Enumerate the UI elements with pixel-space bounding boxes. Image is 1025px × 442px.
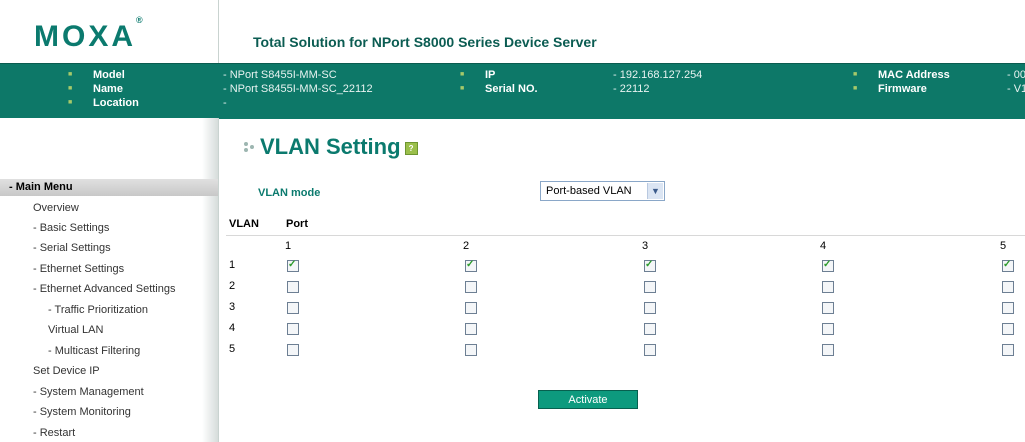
vlan3-port4-checkbox[interactable] [822, 302, 834, 314]
firmware-label: Firmware [853, 83, 927, 95]
vlan-mode-label: VLAN mode [258, 187, 321, 199]
vlan-row-number-1: 1 [229, 259, 236, 271]
menu-item-basic-settings[interactable]: - Basic Settings [33, 222, 109, 234]
location-value: - [223, 97, 227, 109]
vlan5-port4-checkbox[interactable] [822, 344, 834, 356]
port-number-3: 3 [642, 240, 649, 252]
menu-item-serial-settings[interactable]: - Serial Settings [33, 242, 111, 254]
menu-item-virtual-lan[interactable]: Virtual LAN [48, 324, 103, 336]
vlan4-port3-checkbox[interactable] [644, 323, 656, 335]
menu-item-set-device-ip[interactable]: Set Device IP [33, 365, 100, 377]
vlan-mode-value: Port-based VLAN [546, 185, 632, 197]
menu-item-traffic-prioritization[interactable]: - Traffic Prioritization [48, 304, 148, 316]
vlan5-port2-checkbox[interactable] [465, 344, 477, 356]
moxa-logo: MOXA® [34, 15, 143, 53]
serial-value: - 22112 [613, 83, 650, 95]
menu-item-restart[interactable]: - Restart [33, 427, 75, 439]
menu-item-system-management[interactable]: - System Management [33, 386, 144, 398]
vlan3-port5-checkbox[interactable] [1002, 302, 1014, 314]
port-number-4: 4 [820, 240, 827, 252]
page-title-text: VLAN Setting [260, 134, 401, 159]
port-number-1: 1 [285, 240, 292, 252]
sidebar: - Main Menu Overview - Basic Settings - … [0, 118, 219, 442]
vlan5-port3-checkbox[interactable] [644, 344, 656, 356]
vlan1-port4-checkbox[interactable] [822, 259, 834, 272]
main-menu-header[interactable]: - Main Menu [0, 179, 218, 196]
vlan-row-number-5: 5 [229, 343, 236, 355]
device-info-bar: Model - NPort S8455I-MM-SC Name - NPort … [0, 63, 1025, 119]
activate-button[interactable]: Activate [538, 390, 638, 409]
logo-cell: MOXA® [0, 0, 219, 63]
mac-label: MAC Address [853, 69, 950, 81]
firmware-value: - V1 [1007, 83, 1025, 95]
vlan1-port3-checkbox[interactable] [644, 259, 656, 272]
vlan3-port1-checkbox[interactable] [287, 302, 299, 314]
vlan-mode-select[interactable]: Port-based VLAN ▼ [540, 181, 665, 201]
menu-item-multicast-filtering[interactable]: - Multicast Filtering [48, 345, 140, 357]
menu-item-ethernet-advanced[interactable]: - Ethernet Advanced Settings [33, 283, 175, 295]
port-number-5: 5 [1000, 240, 1007, 252]
name-label: Name [68, 83, 123, 95]
vlan5-port1-checkbox[interactable] [287, 344, 299, 356]
vlan2-port5-checkbox[interactable] [1002, 281, 1014, 293]
vlan3-port3-checkbox[interactable] [644, 302, 656, 314]
port-number-2: 2 [463, 240, 470, 252]
port-column-header: Port [286, 218, 308, 230]
vlan2-port1-checkbox[interactable] [287, 281, 299, 293]
serial-label: Serial NO. [460, 83, 537, 95]
vlan4-port5-checkbox[interactable] [1002, 323, 1014, 335]
vlan4-port2-checkbox[interactable] [465, 323, 477, 335]
model-label: Model [68, 69, 125, 81]
banner-title: Total Solution for NPort S8000 Series De… [253, 34, 597, 50]
vlan2-port3-checkbox[interactable] [644, 281, 656, 293]
sidebar-shade [202, 118, 218, 442]
vlan1-port1-checkbox[interactable] [287, 259, 299, 272]
menu-item-ethernet-settings[interactable]: - Ethernet Settings [33, 263, 124, 275]
vlan2-port4-checkbox[interactable] [822, 281, 834, 293]
vlan3-port2-checkbox[interactable] [465, 302, 477, 314]
vlan-row-number-2: 2 [229, 280, 236, 292]
name-value: - NPort S8455I-MM-SC_22112 [223, 83, 373, 95]
model-value: - NPort S8455I-MM-SC [223, 69, 337, 81]
location-label: Location [68, 97, 139, 109]
menu-item-system-monitoring[interactable]: - System Monitoring [33, 406, 131, 418]
vlan4-port4-checkbox[interactable] [822, 323, 834, 335]
ip-label: IP [459, 69, 495, 81]
menu-item-overview[interactable]: Overview [33, 202, 79, 214]
header-divider [226, 235, 1025, 236]
chevron-down-icon: ▼ [647, 183, 663, 199]
title-dots-icon [242, 140, 258, 156]
vlan5-port5-checkbox[interactable] [1002, 344, 1014, 356]
vlan1-port5-checkbox[interactable] [1002, 259, 1014, 272]
vlan-row-number-4: 4 [229, 322, 236, 334]
vlan1-port2-checkbox[interactable] [465, 259, 477, 272]
help-icon[interactable]: ? [404, 141, 418, 155]
page-title: VLAN Setting? [242, 134, 418, 160]
vlan2-port2-checkbox[interactable] [465, 281, 477, 293]
ip-value: - 192.168.127.254 [613, 69, 703, 81]
vlan-row-number-3: 3 [229, 301, 236, 313]
header: MOXA® Total Solution for NPort S8000 Ser… [0, 0, 1025, 63]
vlan4-port1-checkbox[interactable] [287, 323, 299, 335]
mac-value: - 00 [1007, 69, 1025, 81]
vlan-column-header: VLAN [229, 218, 259, 230]
